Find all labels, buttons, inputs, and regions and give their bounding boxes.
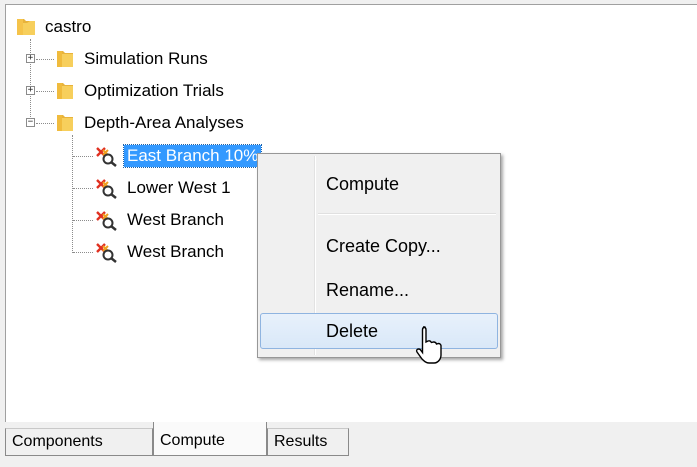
tree-node-depth-area-analyses[interactable]: Depth-Area Analyses [54,111,247,135]
tree-node-label-selected: East Branch 10% [122,144,263,168]
tab-components[interactable]: Components [5,428,153,456]
pointer-cursor-icon [413,325,443,369]
tree-node-root-label: castro [45,17,92,36]
tab-label: Results [274,433,328,450]
menu-item-create-copy[interactable]: Create Copy... [260,228,498,264]
tab-results[interactable]: Results [267,428,349,456]
menu-item-label: Create Copy... [326,236,441,256]
depth-area-analysis-icon [94,177,118,199]
tab-compute[interactable]: Compute [153,422,267,456]
menu-item-rename[interactable]: Rename... [260,272,498,308]
context-menu: Compute Create Copy... Rename... Delete [257,153,501,358]
tree-guide-line [73,252,93,253]
tab-label: Components [12,433,103,450]
tree-node-optimization-trials[interactable]: Optimization Trials [54,79,227,103]
tree-node-label: Simulation Runs [84,49,208,68]
tree-node-analysis[interactable]: Lower West 1 [94,176,234,200]
tree-guide-line [36,123,54,124]
tree-node-analysis[interactable]: West Branch [94,208,227,232]
menu-item-label: Delete [326,321,379,341]
tree-guide-line [72,135,73,253]
menu-item-delete[interactable]: Delete [260,313,498,349]
tree-guide-line [36,59,54,60]
folder-open-icon [15,16,37,38]
tree-node-simulation-runs[interactable]: Simulation Runs [54,47,211,71]
tree-node-root[interactable]: castro [15,15,94,39]
folder-open-icon [54,112,76,134]
menu-item-label: Rename... [326,280,410,300]
expand-toggle-optimization-trials[interactable]: + [26,86,35,95]
tree-guide-line [30,39,31,125]
folder-icon [54,80,76,102]
tree-node-label: Optimization Trials [84,81,224,100]
menu-separator [318,213,496,215]
depth-area-analysis-icon [94,241,118,263]
expand-toggle-simulation-runs[interactable]: + [26,54,35,63]
folder-icon [54,48,76,70]
menu-item-label: Compute [326,174,400,194]
tree-node-label: Depth-Area Analyses [84,113,244,132]
tree-guide-line [36,91,54,92]
collapse-toggle-depth-area-analyses[interactable]: − [26,118,35,127]
tree-node-label: West Branch [127,242,225,261]
menu-item-compute[interactable]: Compute [260,166,498,202]
tree-guide-line [73,220,93,221]
depth-area-analysis-icon [94,145,118,167]
tab-strip: Components Compute Results [5,422,697,467]
tree-node-label: Lower West 1 [127,178,231,197]
depth-area-analysis-icon [94,209,118,231]
tree-node-analysis[interactable]: West Branch [94,240,227,264]
tree-node-analysis[interactable]: East Branch 10% [94,144,263,168]
tab-label: Compute [160,432,225,449]
tree-guide-line [73,188,93,189]
tree-guide-line [73,156,93,157]
tree-node-label: West Branch [127,210,225,229]
